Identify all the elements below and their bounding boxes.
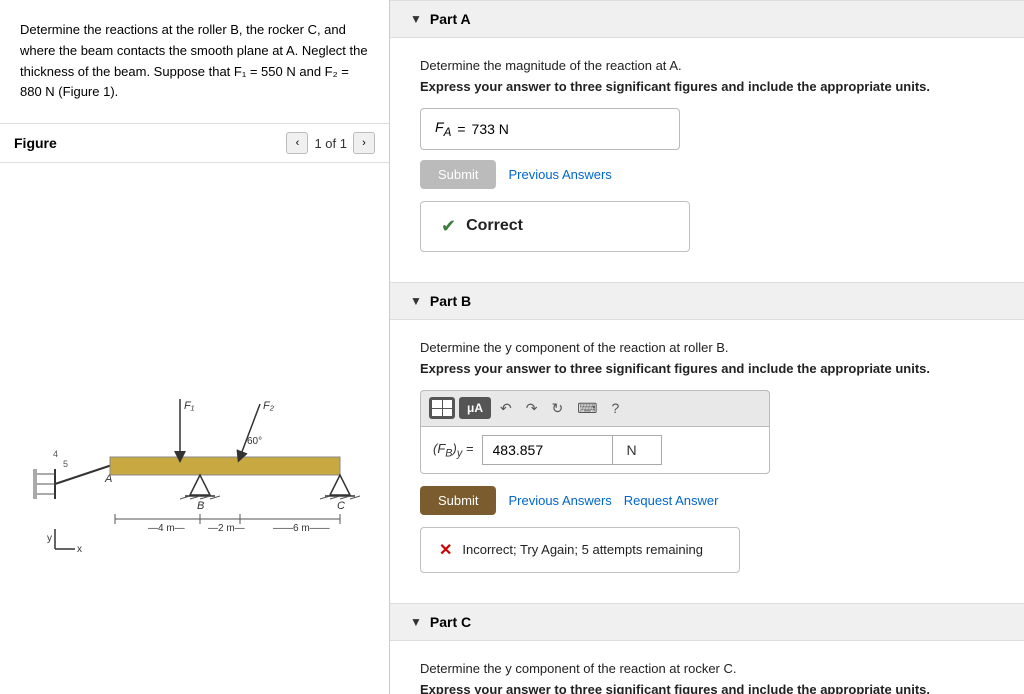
svg-text:F₁: F₁: [184, 400, 195, 412]
correct-text: Correct: [466, 217, 523, 235]
svg-text:x: x: [77, 544, 82, 555]
part-a-previous-answers-link[interactable]: Previous Answers: [508, 167, 611, 182]
svg-text:y: y: [47, 533, 52, 544]
part-a-answer-label: FA: [435, 119, 451, 139]
part-b-math-input-area: (FB)y = N: [420, 426, 770, 474]
incorrect-text: Incorrect; Try Again; 5 attempts remaini…: [462, 542, 703, 557]
right-panel: ▼ Part A Determine the magnitude of the …: [390, 0, 1024, 694]
correct-banner: ✔ Correct: [420, 201, 690, 252]
part-a-btn-row: Submit Previous Answers: [420, 160, 994, 189]
part-c-header: ▼ Part C: [390, 603, 1024, 641]
part-b-math-toolbar: μA ↶ ↷ ↻ ⌨ ?: [420, 390, 770, 426]
page-indicator: 1 of 1: [314, 136, 347, 151]
svg-text:——6 m——: ——6 m——: [273, 523, 330, 534]
figure-nav: ‹ 1 of 1 ›: [286, 132, 375, 154]
part-b-question: Determine the y component of the reactio…: [420, 340, 994, 355]
svg-text:4: 4: [53, 449, 58, 459]
part-a-instruction: Express your answer to three significant…: [420, 79, 994, 94]
keyboard-toolbar-button[interactable]: ⌨: [572, 397, 602, 420]
part-b-unit-box: N: [612, 435, 662, 465]
part-c-collapse-arrow[interactable]: ▼: [410, 615, 422, 629]
undo-toolbar-button[interactable]: ↶: [495, 397, 517, 420]
part-c-instruction: Express your answer to three significant…: [420, 682, 994, 694]
figure-title: Figure: [14, 135, 57, 151]
part-c-question: Determine the y component of the reactio…: [420, 661, 994, 676]
problem-text-content: Determine the reactions at the roller B,…: [20, 22, 368, 99]
left-panel: Determine the reactions at the roller B,…: [0, 0, 390, 694]
svg-text:B: B: [197, 500, 204, 512]
svg-text:C: C: [337, 500, 345, 512]
part-a-header: ▼ Part A: [390, 0, 1024, 38]
part-b-collapse-arrow[interactable]: ▼: [410, 294, 422, 308]
correct-check-icon: ✔: [441, 216, 456, 237]
part-b-header: ▼ Part B: [390, 282, 1024, 320]
part-a-collapse-arrow[interactable]: ▼: [410, 12, 422, 26]
part-b-content: Determine the y component of the reactio…: [390, 320, 1024, 603]
part-a-content: Determine the magnitude of the reaction …: [390, 38, 1024, 282]
figure-image: A B C F₁: [0, 163, 389, 694]
part-b-title: Part B: [430, 293, 471, 309]
refresh-toolbar-button[interactable]: ↻: [546, 397, 568, 420]
part-b-btn-row: Submit Previous Answers Request Answer: [420, 486, 994, 515]
incorrect-banner: ✕ Incorrect; Try Again; 5 attempts remai…: [420, 527, 740, 573]
problem-description: Determine the reactions at the roller B,…: [0, 0, 389, 124]
grid-toolbar-button[interactable]: [429, 397, 455, 419]
part-b-answer-label: (FB)y =: [433, 441, 474, 460]
svg-text:—4 m—: —4 m—: [148, 523, 185, 534]
help-toolbar-button[interactable]: ?: [606, 397, 624, 419]
part-a-answer-box: FA = 733 N: [420, 108, 680, 150]
part-c-section: ▼ Part C Determine the y component of th…: [390, 603, 1024, 694]
svg-text:60°: 60°: [247, 436, 262, 447]
part-b-submit-button[interactable]: Submit: [420, 486, 496, 515]
figure-svg: A B C F₁: [25, 299, 365, 559]
part-a-submit-button[interactable]: Submit: [420, 160, 496, 189]
part-c-title: Part C: [430, 614, 471, 630]
part-b-instruction: Express your answer to three significant…: [420, 361, 994, 376]
part-b-answer-input[interactable]: [482, 435, 612, 465]
incorrect-x-icon: ✕: [439, 540, 452, 560]
svg-text:—2 m—: —2 m—: [208, 523, 245, 534]
svg-text:F₂: F₂: [263, 400, 275, 412]
part-a-title: Part A: [430, 11, 471, 27]
redo-toolbar-button[interactable]: ↷: [521, 397, 543, 420]
svg-text:A: A: [104, 473, 112, 485]
figure-area: Figure ‹ 1 of 1 › A: [0, 124, 389, 694]
prev-figure-button[interactable]: ‹: [286, 132, 308, 154]
part-c-content: Determine the y component of the reactio…: [390, 641, 1024, 694]
svg-text:5: 5: [63, 459, 68, 469]
part-b-previous-answers-link[interactable]: Previous Answers: [508, 493, 611, 508]
part-b-request-answer-link[interactable]: Request Answer: [624, 493, 719, 508]
part-a-question: Determine the magnitude of the reaction …: [420, 58, 994, 73]
part-a-equals: =: [457, 121, 465, 137]
next-figure-button[interactable]: ›: [353, 132, 375, 154]
part-a-answer-value: 733 N: [472, 121, 509, 137]
mu-toolbar-button[interactable]: μA: [459, 397, 491, 419]
part-b-section: ▼ Part B Determine the y component of th…: [390, 282, 1024, 603]
figure-header: Figure ‹ 1 of 1 ›: [0, 124, 389, 163]
part-a-section: ▼ Part A Determine the magnitude of the …: [390, 0, 1024, 282]
